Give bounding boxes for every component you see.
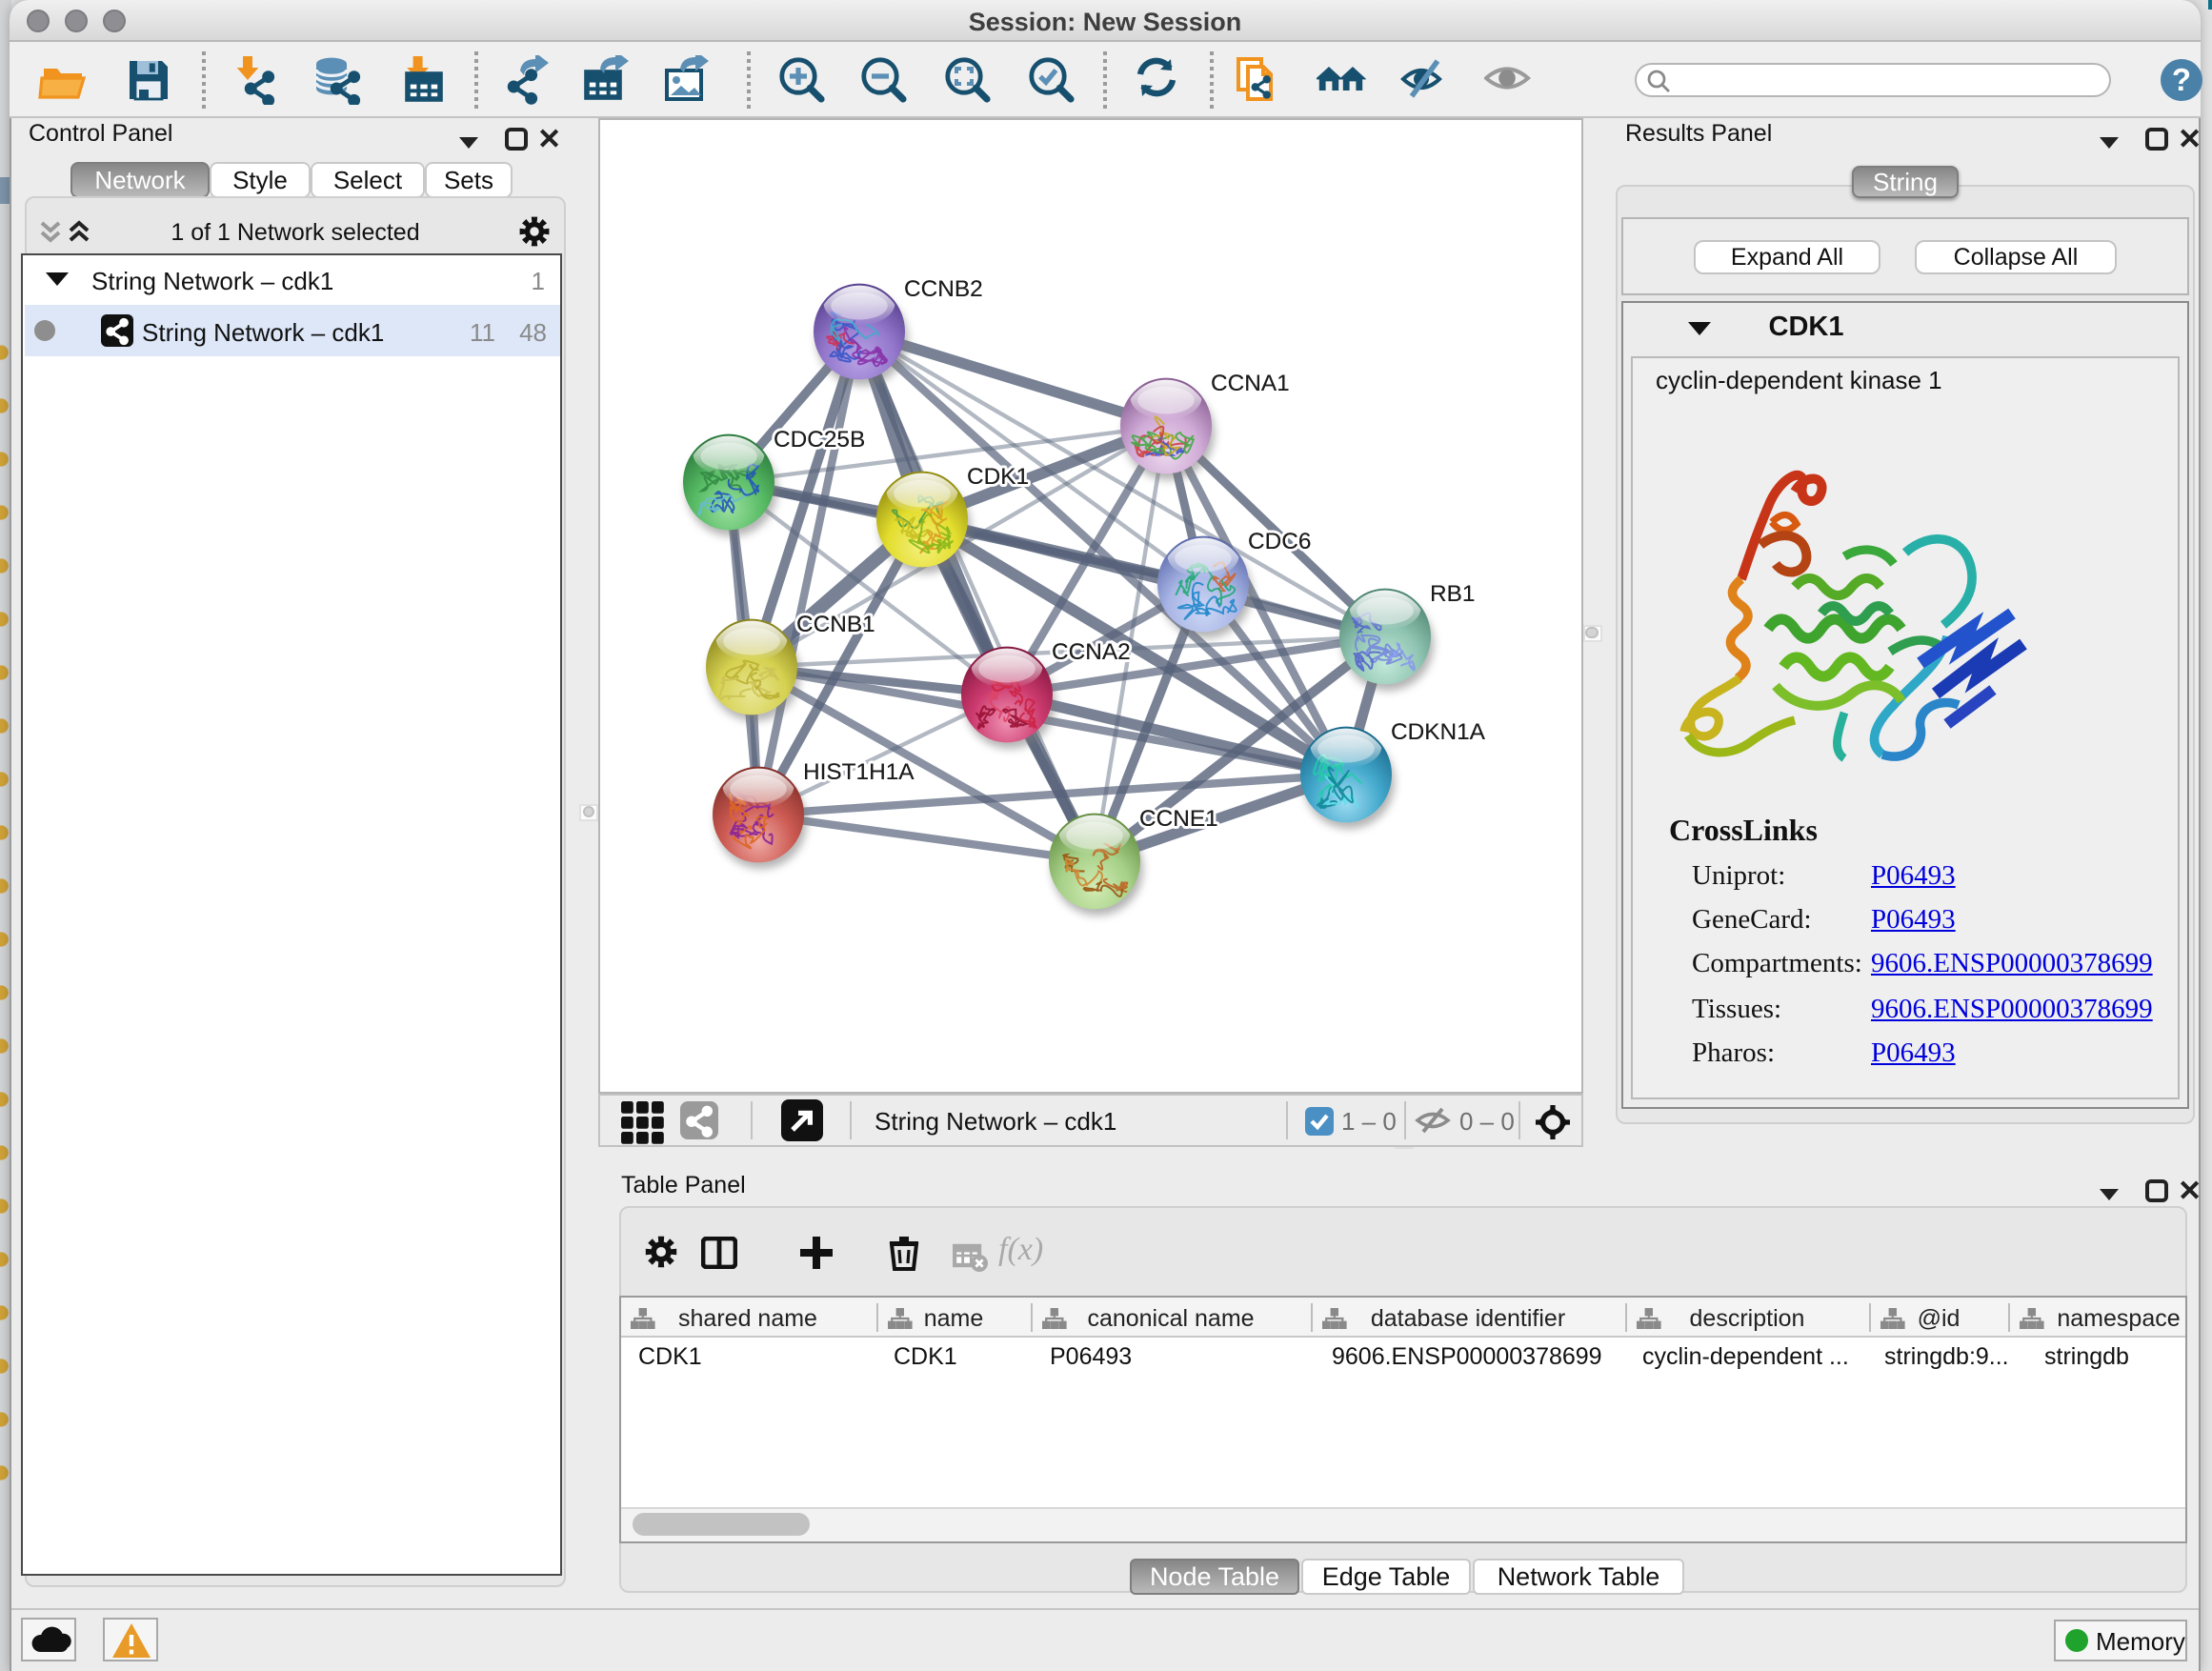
svg-text:CDK1: CDK1 [967,464,1029,490]
svg-text:CCNA1: CCNA1 [1211,371,1290,396]
svg-text:RB1: RB1 [1430,581,1475,607]
svg-text:HIST1H1A: HIST1H1A [803,759,915,785]
svg-text:CCNA2: CCNA2 [1052,639,1131,665]
svg-text:CCNE1: CCNE1 [1139,806,1218,832]
svg-text:CDKN1A: CDKN1A [1391,719,1486,745]
svg-text:CCNB2: CCNB2 [904,276,983,302]
svg-text:?: ? [2172,62,2191,97]
svg-text:CCNB1: CCNB1 [796,612,875,637]
svg-text:CDC6: CDC6 [1248,529,1311,554]
svg-text:CDC25B: CDC25B [774,427,865,453]
